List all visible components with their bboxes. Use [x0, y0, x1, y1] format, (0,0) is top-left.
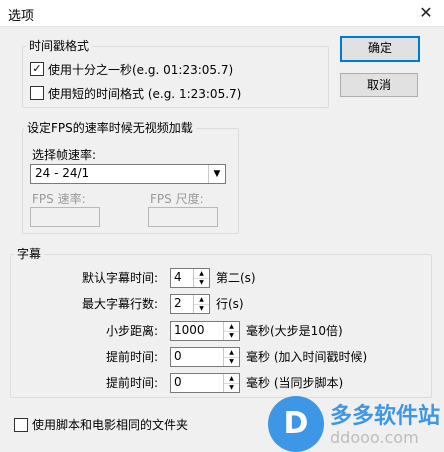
- max-lines-label: 最大字幕行数:: [82, 297, 159, 311]
- framerate-value: 24 - 24/1: [35, 166, 90, 180]
- fps-rate-field[interactable]: [30, 207, 100, 227]
- same-folder-checkbox[interactable]: [14, 418, 28, 432]
- small-step-unit: 毫秒(大步是10倍): [246, 324, 343, 338]
- spinner-buttons: ▲ ▼: [223, 348, 239, 366]
- sync-lead-time-value: 0: [174, 375, 182, 389]
- spin-down-icon[interactable]: ▼: [194, 278, 209, 287]
- close-icon[interactable]: ✕: [412, 2, 440, 24]
- small-step-label: 小步距离:: [106, 324, 159, 338]
- fps-scale-label: FPS 尺度:: [150, 192, 204, 206]
- sync-lead-time-stepper[interactable]: 0 ▲ ▼: [170, 373, 240, 393]
- short-format-label: 使用短的时间格式 (e.g. 1:23:05.7): [48, 87, 242, 101]
- spin-down-icon[interactable]: ▼: [224, 383, 239, 392]
- watermark-url: ddooo.com: [330, 428, 419, 447]
- subtitle-legend: 字幕: [14, 247, 45, 261]
- title-bar: [0, 0, 444, 27]
- cancel-button[interactable]: 取消: [340, 73, 418, 97]
- spin-down-icon[interactable]: ▼: [194, 304, 209, 313]
- spinner-buttons: ▲ ▼: [223, 322, 239, 340]
- default-duration-unit: 第二(s): [216, 271, 256, 285]
- spinner-buttons: ▲ ▼: [193, 295, 209, 313]
- default-duration-stepper[interactable]: 4 ▲ ▼: [170, 268, 210, 288]
- lead-time-unit: 毫秒 (加入时间戳时候): [246, 350, 368, 364]
- sync-lead-time-unit: 毫秒 (当同步脚本): [246, 376, 344, 390]
- small-step-stepper[interactable]: 1000 ▲ ▼: [170, 321, 240, 341]
- lead-time-stepper[interactable]: 0 ▲ ▼: [170, 347, 240, 367]
- framerate-select[interactable]: 24 - 24/1 ▼: [30, 164, 226, 184]
- tenths-checkbox[interactable]: ✓: [30, 62, 44, 76]
- lead-time-label: 提前时间:: [106, 350, 159, 364]
- window-title: 选项: [8, 9, 35, 24]
- tenths-label: 使用十分之一秒(e.g. 01:23:05.7): [48, 63, 234, 77]
- spin-down-icon[interactable]: ▼: [224, 331, 239, 340]
- default-duration-label: 默认字幕时间:: [82, 271, 159, 285]
- max-lines-unit: 行(s): [216, 297, 244, 311]
- chevron-down-icon[interactable]: ▼: [208, 165, 225, 183]
- watermark-logo: D: [268, 396, 324, 452]
- same-folder-label: 使用脚本和电影相同的文件夹: [32, 418, 189, 432]
- default-duration-value: 4: [174, 270, 182, 284]
- ok-button[interactable]: 确定: [340, 36, 420, 62]
- sync-lead-time-label: 提前时间:: [106, 376, 159, 390]
- fps-rate-label: FPS 速率:: [32, 192, 86, 206]
- fps-scale-field[interactable]: [148, 207, 218, 227]
- lead-time-value: 0: [174, 349, 182, 363]
- short-format-checkbox[interactable]: [30, 86, 44, 100]
- fps-legend: 设定FPS的速率时候无视频加载: [24, 121, 196, 135]
- spinner-buttons: ▲ ▼: [223, 374, 239, 392]
- max-lines-stepper[interactable]: 2 ▲ ▼: [170, 294, 210, 314]
- spin-down-icon[interactable]: ▼: [224, 357, 239, 366]
- small-step-value: 1000: [174, 323, 205, 337]
- spinner-buttons: ▲ ▼: [193, 269, 209, 287]
- watermark-brand: 多多软件站: [330, 404, 441, 429]
- max-lines-value: 2: [174, 296, 182, 310]
- select-framerate-label: 选择帧速率:: [32, 148, 97, 162]
- timestamp-format-legend: 时间戳格式: [26, 39, 93, 53]
